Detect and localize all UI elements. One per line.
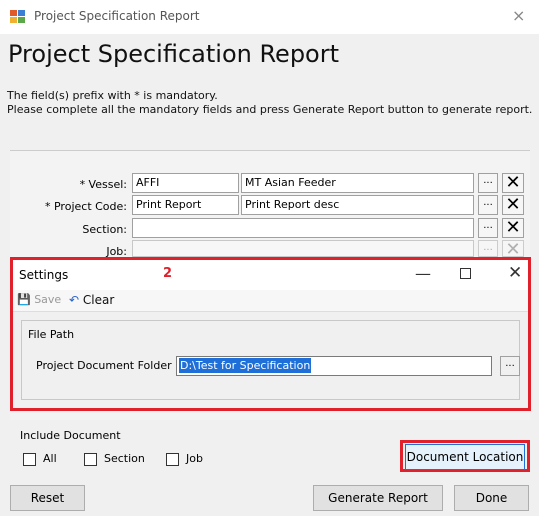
- all-checkbox[interactable]: [23, 453, 36, 466]
- section-checkbox[interactable]: [84, 453, 97, 466]
- page-heading: Project Specification Report: [8, 40, 340, 68]
- vessel-desc-field: MT Asian Feeder: [241, 173, 474, 193]
- document-location-button[interactable]: Document Location: [405, 444, 525, 470]
- section-label: Section:: [82, 223, 127, 236]
- annotation-number: 2: [163, 266, 173, 281]
- section-browse-button[interactable]: ...: [478, 218, 498, 238]
- all-label: All: [43, 452, 57, 465]
- instruction-line-2: Please complete all the mandatory fields…: [7, 103, 533, 116]
- window-title: Project Specification Report: [34, 9, 200, 23]
- settings-minimize-button[interactable]: —: [415, 264, 431, 283]
- settings-maximize-button[interactable]: [460, 268, 471, 279]
- clear-label: Clear: [82, 293, 115, 307]
- project-browse-button[interactable]: ...: [478, 195, 498, 215]
- instructions: The field(s) prefix with * is mandatory.…: [7, 89, 532, 117]
- settings-title-bar: [13, 260, 528, 290]
- file-path-group-title: File Path: [28, 328, 75, 341]
- job-browse-button[interactable]: ...: [478, 240, 498, 257]
- project-desc-field: Print Report desc: [241, 195, 474, 215]
- settings-toolbar: 💾 Save ↶ Clear: [13, 290, 528, 312]
- section-field[interactable]: [132, 218, 474, 238]
- project-code-field[interactable]: Print Report: [132, 195, 239, 215]
- include-document-title: Include Document: [20, 429, 121, 442]
- job-checkbox-label: Job: [186, 452, 203, 465]
- vessel-label: * Vessel:: [79, 178, 127, 191]
- save-button[interactable]: 💾 Save: [17, 293, 61, 306]
- settings-dialog: Settings 2 — ✕ 💾 Save ↶ Clear File Path …: [10, 257, 531, 411]
- vessel-code-field[interactable]: AFFI: [132, 173, 239, 193]
- vessel-clear-button[interactable]: ✕: [502, 173, 524, 193]
- project-clear-button[interactable]: ✕: [502, 195, 524, 215]
- vessel-browse-button[interactable]: ...: [478, 173, 498, 193]
- generate-report-button[interactable]: Generate Report: [313, 485, 443, 511]
- settings-close-button[interactable]: ✕: [508, 263, 522, 283]
- doc-folder-value: D:\Test for Specification: [179, 358, 312, 373]
- settings-title: Settings: [19, 268, 69, 282]
- done-button[interactable]: Done: [454, 485, 529, 511]
- section-checkbox-label: Section: [104, 452, 145, 465]
- section-clear-button[interactable]: ✕: [502, 218, 524, 238]
- job-field[interactable]: [132, 240, 474, 257]
- doc-folder-label: Project Document Folder :: [36, 359, 179, 372]
- clear-button[interactable]: ↶ Clear: [69, 293, 114, 307]
- save-icon: 💾: [17, 293, 31, 306]
- doc-folder-browse-button[interactable]: ...: [500, 356, 520, 376]
- reset-button[interactable]: Reset: [10, 485, 85, 511]
- project-code-label: * Project Code:: [45, 200, 127, 213]
- file-path-group: File Path Project Document Folder : D:\T…: [21, 320, 520, 400]
- instruction-line-1: The field(s) prefix with * is mandatory.: [7, 89, 218, 102]
- doc-folder-input[interactable]: D:\Test for Specification: [176, 356, 492, 376]
- job-clear-button[interactable]: ✕: [502, 240, 524, 259]
- app-icon: [10, 10, 25, 23]
- window-close-button[interactable]: ×: [512, 6, 525, 25]
- job-checkbox[interactable]: [166, 453, 179, 466]
- save-label: Save: [34, 293, 62, 306]
- undo-icon: ↶: [69, 293, 80, 307]
